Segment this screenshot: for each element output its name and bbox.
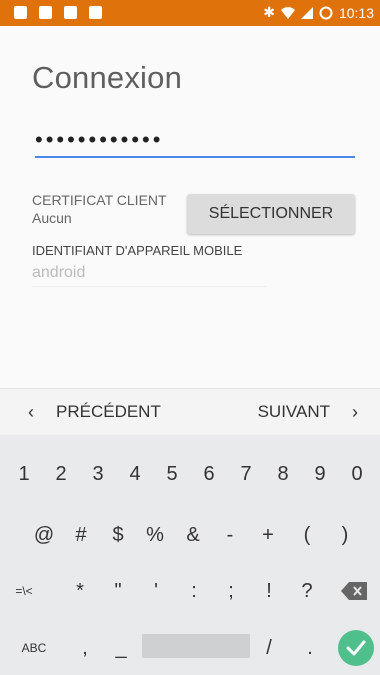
message-icon [89, 6, 102, 19]
key-ampersand[interactable]: & [178, 515, 208, 555]
password-field[interactable]: •••••••••••• [35, 128, 355, 158]
chevron-right-icon: › [352, 401, 358, 422]
key-double-quote[interactable]: " [103, 571, 133, 611]
check-icon [346, 640, 366, 656]
key-at[interactable]: @ [29, 515, 59, 555]
key-plus[interactable]: + [253, 515, 283, 555]
key-0[interactable]: 0 [342, 454, 372, 494]
form-navigation-bar: ‹ PRÉCÉDENT SUIVANT › [0, 388, 380, 435]
key-5[interactable]: 5 [157, 454, 187, 494]
key-8[interactable]: 8 [268, 454, 298, 494]
previous-button[interactable]: ‹ PRÉCÉDENT [28, 389, 161, 435]
enter-button[interactable] [338, 630, 374, 666]
key-dollar[interactable]: $ [103, 515, 133, 555]
keyboard-row-1: 1 2 3 4 5 6 7 8 9 0 [0, 454, 380, 494]
key-semicolon[interactable]: ; [216, 571, 246, 611]
client-cert-label: CERTIFICAT CLIENT [32, 192, 167, 208]
key-9[interactable]: 9 [305, 454, 335, 494]
key-hash[interactable]: # [66, 515, 96, 555]
key-2[interactable]: 2 [46, 454, 76, 494]
previous-label: PRÉCÉDENT [56, 402, 161, 421]
device-id-label: IDENTIFIANT D'APPAREIL MOBILE [32, 243, 243, 258]
key-asterisk[interactable]: * [65, 571, 95, 611]
key-3[interactable]: 3 [83, 454, 113, 494]
chat-icon [64, 6, 77, 19]
client-cert-value: Aucun [32, 210, 72, 226]
key-close-paren[interactable]: ) [330, 515, 360, 555]
status-time: 10:13 [338, 4, 374, 21]
backspace-icon [341, 582, 367, 600]
battery-icon [319, 6, 333, 19]
key-underscore[interactable]: _ [106, 628, 136, 668]
notification-icon [14, 6, 27, 19]
key-question[interactable]: ? [292, 571, 322, 611]
key-percent[interactable]: % [140, 515, 170, 555]
key-exclamation[interactable]: ! [254, 571, 284, 611]
status-bar: ✱ 10:13 [0, 0, 380, 26]
key-7[interactable]: 7 [231, 454, 261, 494]
key-6[interactable]: 6 [194, 454, 224, 494]
key-4[interactable]: 4 [120, 454, 150, 494]
image-icon [39, 6, 52, 19]
key-comma[interactable]: , [70, 628, 100, 668]
key-slash[interactable]: / [254, 628, 284, 668]
space-bar[interactable] [142, 634, 250, 658]
status-right-icons: ✱ 10:13 [263, 4, 374, 21]
keyboard-row-2: @ # $ % & - + ( ) [0, 515, 380, 555]
device-id-field[interactable]: android [32, 264, 267, 287]
select-button[interactable]: SÉLECTIONNER [187, 194, 355, 234]
wifi-icon [280, 6, 295, 19]
key-period[interactable]: . [295, 628, 325, 668]
backspace-button[interactable] [334, 571, 374, 611]
chevron-left-icon: ‹ [28, 401, 34, 422]
key-symbols-more[interactable]: =\< [4, 571, 44, 611]
next-label: SUIVANT [257, 402, 330, 421]
key-minus[interactable]: - [215, 515, 245, 555]
page-title: Connexion [32, 60, 183, 95]
key-abc[interactable]: ABC [12, 628, 56, 668]
key-open-paren[interactable]: ( [292, 515, 322, 555]
key-colon[interactable]: : [179, 571, 209, 611]
keyboard-row-3: =\< * " ' : ; ! ? [0, 571, 380, 611]
bluetooth-icon: ✱ [263, 4, 275, 20]
key-1[interactable]: 1 [9, 454, 39, 494]
key-single-quote[interactable]: ' [141, 571, 171, 611]
signal-icon [300, 6, 313, 19]
status-left-icons [14, 6, 102, 19]
next-button[interactable]: SUIVANT › [258, 389, 358, 435]
